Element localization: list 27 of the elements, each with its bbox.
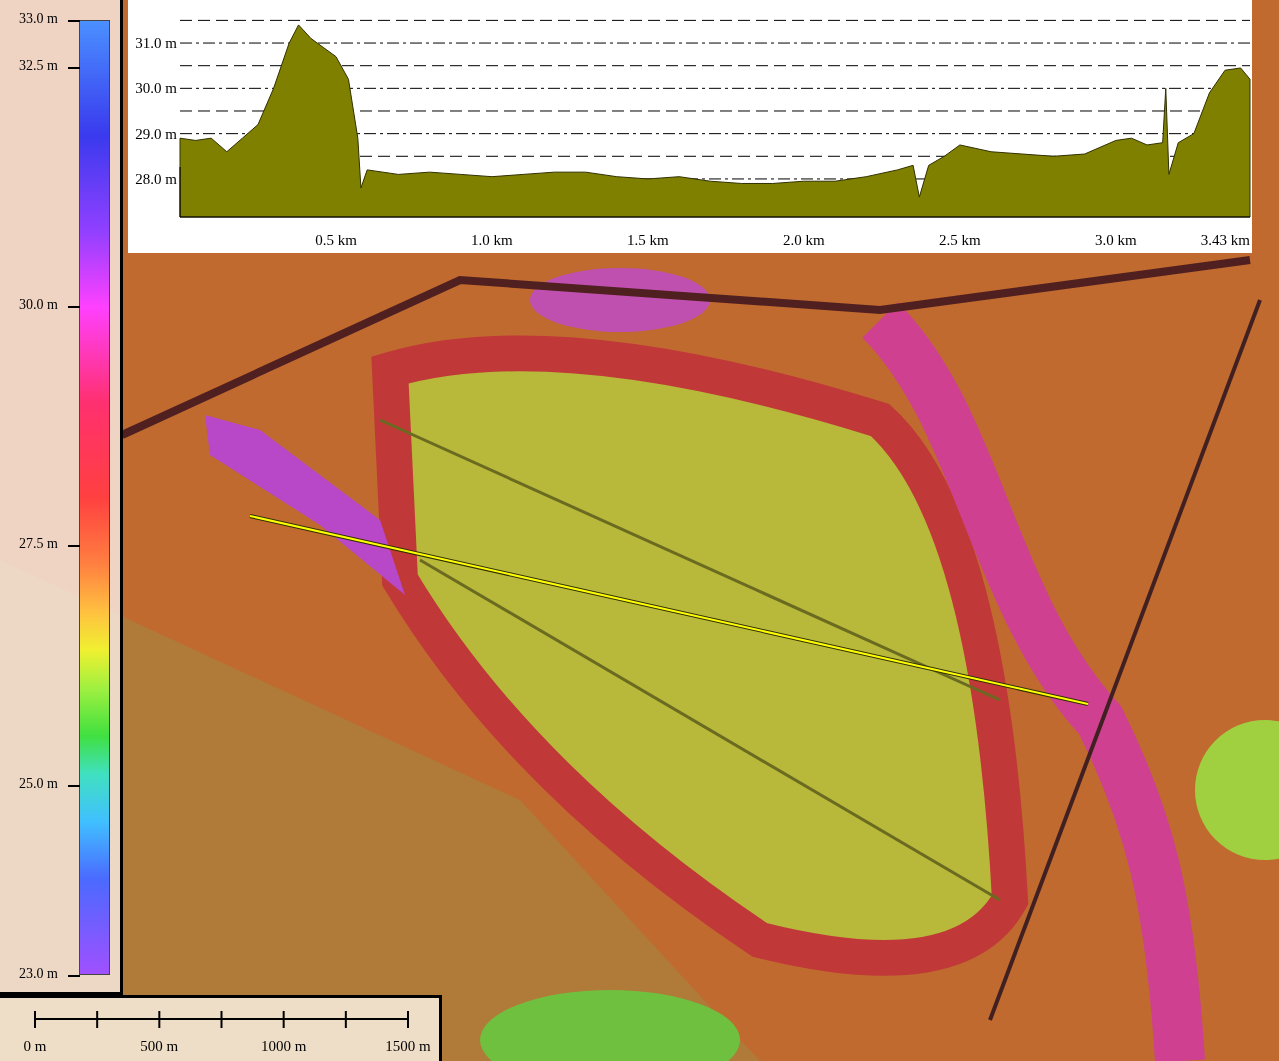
legend-label: 30.0 m	[19, 297, 58, 313]
x-tick-label: 1.0 km	[471, 232, 513, 248]
y-tick-label: 29.0 m	[135, 125, 177, 142]
legend-label: 32.5 m	[19, 58, 58, 74]
x-tick-label: 3.43 km	[1200, 232, 1250, 248]
x-tick-label: 0.5 km	[315, 232, 357, 248]
tick-mark	[68, 20, 80, 22]
tick-mark	[68, 785, 80, 787]
tick-mark	[68, 306, 80, 308]
legend-label: 33.0 m	[19, 11, 58, 27]
legend-label: 27.5 m	[19, 536, 58, 552]
scale-label: 1500 m	[385, 1038, 431, 1054]
x-tick-label: 3.0 km	[1095, 232, 1137, 248]
tick-mark	[68, 67, 80, 69]
x-tick-label: 1.5 km	[627, 232, 669, 248]
y-tick-label: 28.0 m	[135, 170, 177, 187]
legend-label: 25.0 m	[19, 776, 58, 792]
x-tick-label: 2.0 km	[783, 232, 825, 248]
scale-label: 0 m	[23, 1038, 47, 1054]
y-tick-label: 31.0 m	[135, 35, 177, 52]
legend-label: 23.0 m	[19, 966, 58, 982]
scale-label: 1000 m	[260, 1038, 307, 1054]
tick-mark	[68, 545, 80, 547]
y-tick-label: 30.0 m	[135, 80, 177, 97]
scale-label: 500 m	[140, 1038, 179, 1054]
tick-mark	[68, 975, 80, 977]
x-tick-label: 2.5 km	[939, 232, 981, 248]
